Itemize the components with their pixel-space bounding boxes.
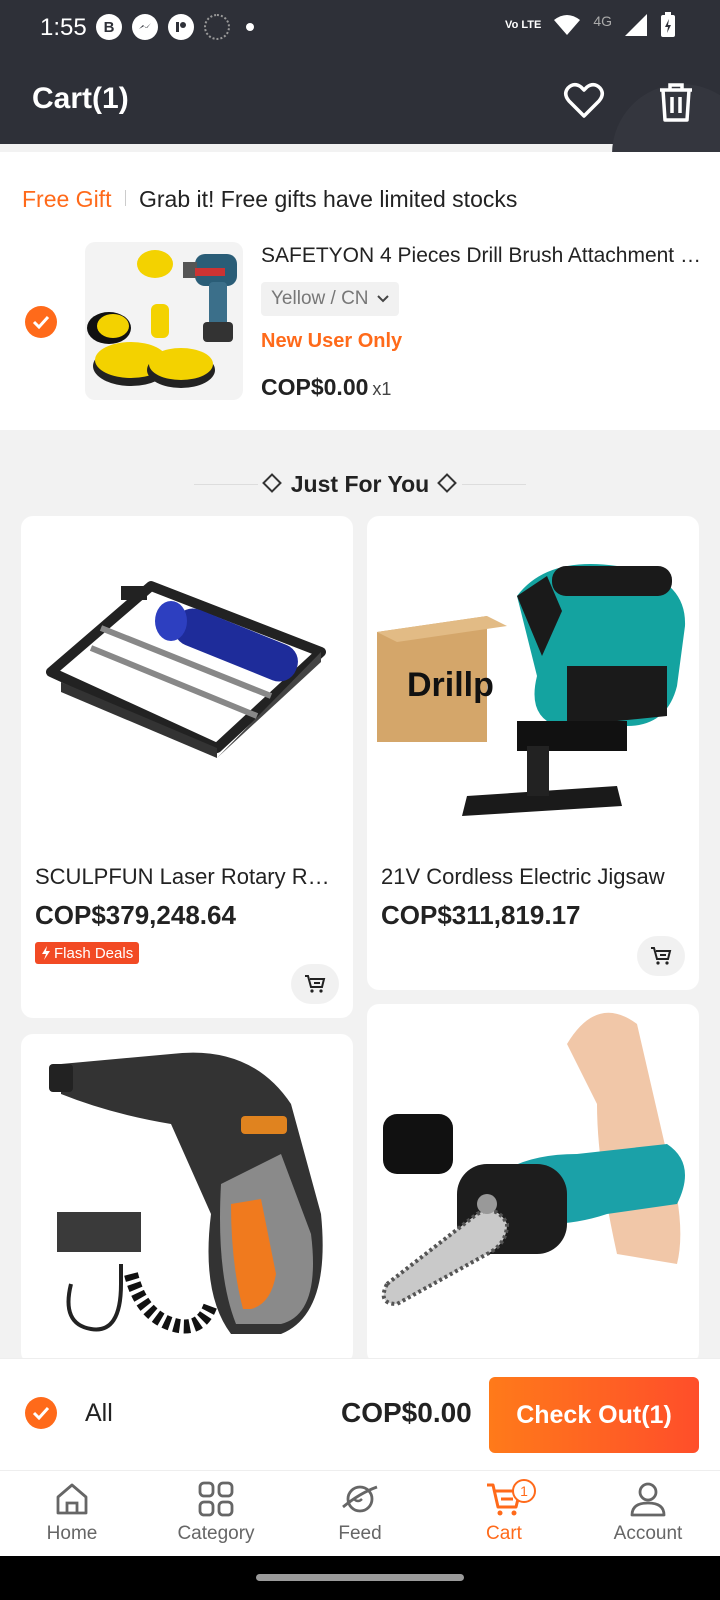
- product-image: [46, 581, 326, 758]
- tab-label: Cart: [486, 1523, 522, 1544]
- gift-quantity: x1: [372, 379, 392, 399]
- account-person-icon: [630, 1482, 666, 1517]
- tab-account[interactable]: Account: [576, 1479, 720, 1557]
- cart-add-icon: [651, 947, 672, 965]
- variant-selector[interactable]: Yellow / CN: [261, 282, 399, 316]
- tab-category[interactable]: Category: [144, 1479, 288, 1557]
- tab-home[interactable]: Home: [0, 1479, 144, 1557]
- network-type: 4G: [593, 13, 612, 29]
- gift-product-name[interactable]: SAFETYON 4 Pieces Drill Brush Attachment…: [261, 244, 701, 268]
- product-image: Drillp: [377, 564, 686, 816]
- new-user-tag: New User Only: [261, 330, 403, 352]
- add-to-cart-button[interactable]: [291, 964, 339, 1004]
- cart-total: COP$0.00: [341, 1397, 472, 1428]
- free-gift-message: Grab it! Free gifts have limited stocks: [139, 186, 518, 212]
- free-gift-section: Free Gift Grab it! Free gifts have limit…: [0, 152, 720, 430]
- bottom-tab-bar: Home Category Feed 1 Cart Account: [0, 1470, 720, 1556]
- dot-icon: [246, 23, 254, 31]
- select-all-checkbox[interactable]: [25, 1397, 57, 1429]
- home-icon: [56, 1483, 88, 1515]
- product-name: 21V Cordless Electric Jigsaw: [381, 864, 665, 889]
- product-price: COP$379,248.64: [35, 900, 236, 930]
- signal-icon: [625, 14, 647, 36]
- add-to-cart-button[interactable]: [637, 936, 685, 976]
- svg-text:Drillp: Drillp: [407, 666, 494, 704]
- checkout-button[interactable]: Check Out(1): [489, 1377, 699, 1453]
- system-icons: Vo LTE 4G: [505, 12, 676, 38]
- battery-icon: [661, 12, 675, 37]
- cart-add-icon: [305, 975, 326, 993]
- product-image: [49, 1052, 323, 1334]
- product-price: COP$311,819.17: [381, 900, 581, 930]
- gift-product-image[interactable]: [85, 242, 243, 400]
- system-nav-bar: [0, 1556, 720, 1600]
- cart-count-badge: 1: [512, 1479, 536, 1503]
- product-card[interactable]: SCULPFUN Laser Rotary Roller COP$379,248…: [21, 516, 353, 1018]
- checkmark-icon: [32, 1406, 50, 1420]
- checkmark-icon: [32, 315, 50, 329]
- divider: [125, 190, 126, 206]
- checkout-bar: All COP$0.00 Check Out(1): [0, 1358, 720, 1470]
- notification-icons: B: [96, 14, 254, 40]
- variant-label: Yellow / CN: [271, 288, 369, 309]
- feed-planet-icon: [342, 1485, 378, 1513]
- product-card[interactable]: [21, 1034, 353, 1364]
- category-grid-icon: [198, 1481, 234, 1517]
- tab-label: Category: [177, 1523, 255, 1544]
- home-gesture-handle[interactable]: [256, 1574, 464, 1581]
- tab-label: Feed: [338, 1523, 382, 1544]
- dots-icon: [204, 14, 230, 40]
- wishlist-heart-icon[interactable]: [562, 78, 606, 122]
- messenger-icon: [132, 14, 158, 40]
- divider: [462, 484, 526, 485]
- gift-select-checkbox[interactable]: [25, 306, 57, 338]
- tab-feed[interactable]: Feed: [288, 1479, 432, 1557]
- cart-header: Cart(1): [0, 56, 720, 224]
- status-time: 1:55: [40, 14, 87, 41]
- tab-cart[interactable]: 1 Cart: [432, 1479, 576, 1557]
- delete-trash-icon[interactable]: [654, 80, 698, 124]
- free-gift-label: Free Gift: [22, 186, 112, 212]
- select-all-label[interactable]: All: [85, 1399, 113, 1428]
- product-name: SCULPFUN Laser Rotary Roller: [35, 864, 335, 889]
- section-title: Just For You: [290, 471, 430, 497]
- b-icon: B: [96, 14, 122, 40]
- product-card[interactable]: [367, 1004, 699, 1364]
- page-title: Cart(1): [32, 82, 129, 115]
- just-for-you-heading: Just For You: [0, 466, 720, 506]
- product-image: [381, 1012, 685, 1307]
- tab-label: Account: [613, 1523, 683, 1544]
- lightning-icon: [42, 946, 50, 960]
- status-bar: 1:55 B Vo LTE 4G: [0, 0, 720, 56]
- chevron-down-icon: [376, 295, 389, 303]
- app-icon: [168, 14, 194, 40]
- flash-deals-badge: Flash Deals: [35, 942, 140, 964]
- gift-price: COP$0.00 x1: [261, 374, 392, 400]
- tab-label: Home: [46, 1523, 98, 1544]
- volte-indicator: Vo LTE: [505, 18, 542, 31]
- product-card[interactable]: Drillp 21V Cordless Electric Jigsaw COP$…: [367, 516, 699, 990]
- wifi-icon: [554, 15, 581, 35]
